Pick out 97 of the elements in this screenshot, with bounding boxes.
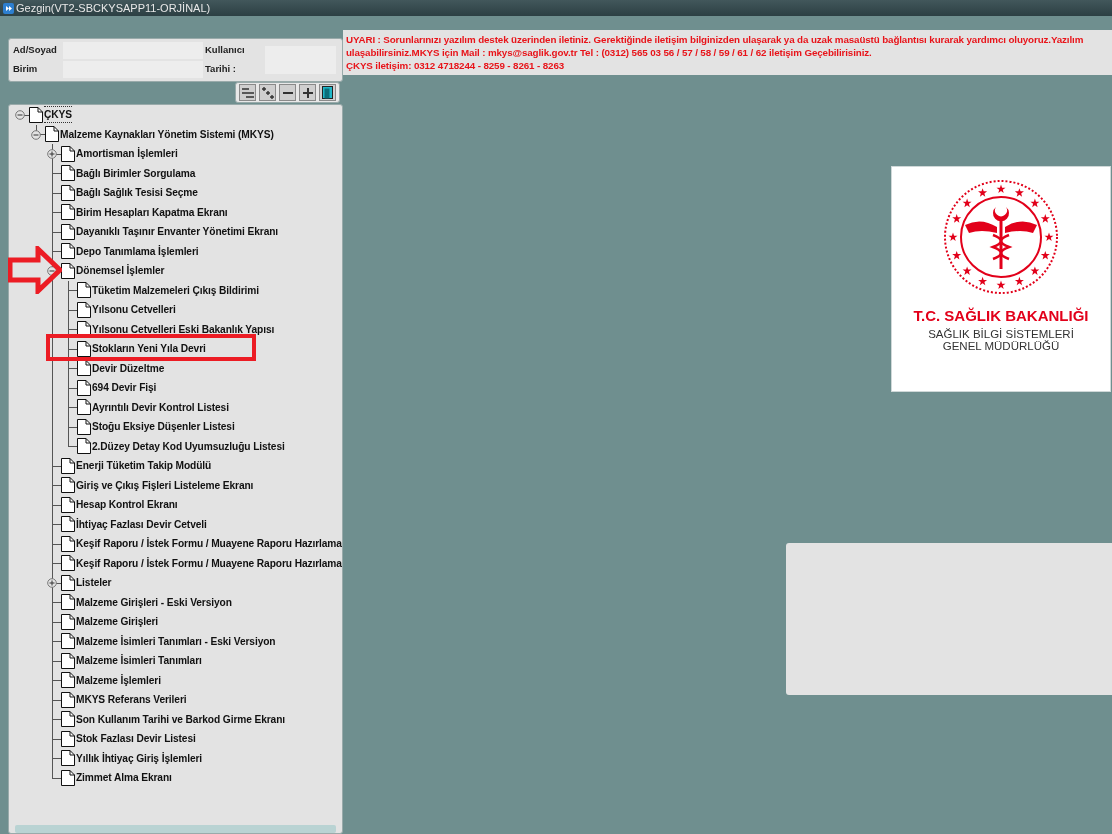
logo-title: T.C. SAĞLIK BAKANLIĞI: [913, 306, 1089, 326]
tree-item[interactable]: Bağlı Sağlık Tesisi Seçme: [76, 185, 198, 201]
warning-text: ulaşabilirsiniz.MKYS için Mail : mkys@saglik.gov.tr Tel : (0312) 565 03 56 / 57 / 58 / 59 / 61 / 62 iletişim Geçebilirisiniz.: [346, 46, 873, 59]
page-icon: [61, 457, 75, 474]
tree-item[interactable]: Zimmet Alma Ekranı: [76, 770, 172, 786]
page-icon: [61, 243, 75, 260]
tree-item[interactable]: Stoğu Eksiye Düşenler Listesi: [92, 419, 235, 435]
page-icon: [61, 652, 75, 669]
field-label: Tarihi :: [205, 62, 237, 77]
tree-item[interactable]: Hesap Kontrol Ekranı: [76, 497, 178, 513]
tree-item[interactable]: Ayrıntılı Devir Kontrol Listesi: [92, 399, 229, 415]
horizontal-scrollbar[interactable]: [15, 825, 336, 833]
minus-icon: [282, 91, 293, 94]
tree-item[interactable]: Bağlı Birimler Sorgulama: [76, 165, 196, 181]
tree-item[interactable]: Dönemsel İşlemler: [76, 263, 165, 279]
page-icon: [77, 282, 91, 299]
page-icon: [61, 730, 75, 747]
tree-item[interactable]: Stokların Yeni Yıla Devri: [92, 341, 206, 357]
window-title: Gezgin(VT2-SBCKYSAPP11-ORJİNAL): [16, 1, 211, 16]
page-icon: [61, 204, 75, 221]
expand-toggle-icon[interactable]: [47, 578, 57, 588]
tree-item[interactable]: Son Kullanım Tarihi ve Barkod Girme Ekranı: [76, 711, 286, 727]
tree-item[interactable]: Malzeme Girişleri - Eski Versiyon: [76, 594, 232, 610]
tree-item[interactable]: ÇKYS: [44, 106, 72, 124]
page-icon: [45, 126, 59, 143]
tree-item[interactable]: Amortisman İşlemleri: [76, 146, 178, 162]
page-icon: [61, 633, 75, 650]
logo-subtitle: GENEL MÜDÜRLÜĞÜ: [942, 339, 1060, 352]
page-icon: [61, 711, 75, 728]
page-icon: [61, 516, 75, 533]
page-icon: [61, 496, 75, 513]
page-icon: [61, 477, 75, 494]
page-icon: [61, 184, 75, 201]
tree-item[interactable]: Malzeme İsimleri Tanımları - Eski Versiyon: [76, 633, 276, 649]
page-icon: [77, 399, 91, 416]
tree-item[interactable]: Listeler: [76, 575, 112, 591]
page-icon: [61, 769, 75, 786]
page-icon: [61, 535, 75, 552]
app-icon: [3, 2, 14, 14]
field-label: Birim: [13, 62, 39, 77]
collapse-toggle-icon[interactable]: [47, 266, 57, 276]
door-icon: [322, 86, 333, 99]
page-icon: [29, 106, 43, 123]
tree-item[interactable]: Tüketim Malzemeleri Çıkış Bildirimi: [92, 282, 259, 298]
tree-item[interactable]: Stok Fazlası Devir Listesi: [76, 731, 196, 747]
warning-text: UYARI : Sorunlarınızı yazılım destek üzerinden iletiniz. Gerektiğinde iletişim bilginizden ulaşarak ya da uzak masaüstü bağlantısı kurarak yardımcı oluyoruz.Yazılım: [346, 33, 1085, 46]
tree-item[interactable]: Birim Hesapları Kapatma Ekranı: [76, 204, 228, 220]
field-label: Ad/Soyad: [13, 43, 58, 58]
tree-item[interactable]: Yılsonu Cetvelleri: [92, 302, 176, 318]
page-icon: [61, 165, 75, 182]
page-icon: [61, 574, 75, 591]
tree-item[interactable]: 694 Devir Fişi: [92, 380, 157, 396]
tree-item[interactable]: Dayanıklı Taşınır Envanter Yönetimi Ekranı: [76, 224, 279, 240]
warning-text: ÇKYS iletişim: 0312 4718244 - 8259 - 8261 - 8263: [346, 59, 566, 72]
tree-item[interactable]: Depo Tanımlama İşlemleri: [76, 243, 199, 259]
toolbar-button[interactable]: [299, 84, 316, 101]
tree-item[interactable]: Malzeme İsimleri Tanımları: [76, 653, 202, 669]
page-icon: [77, 438, 91, 455]
page-icon: [77, 340, 91, 357]
collapse-toggle-icon[interactable]: [15, 110, 25, 120]
toolbar-button[interactable]: [279, 84, 296, 101]
page-icon: [61, 223, 75, 240]
arrow-annotation: [8, 246, 62, 294]
tree-item[interactable]: Malzeme İşlemleri: [76, 672, 161, 688]
page-icon: [77, 301, 91, 318]
collapse-toggle-icon[interactable]: [31, 129, 41, 140]
page-icon: [61, 145, 75, 162]
tree-item[interactable]: Yıllık İhtiyaç Giriş İşlemleri: [76, 750, 203, 766]
page-icon: [61, 672, 75, 689]
expand-toggle-icon[interactable]: [47, 149, 57, 159]
page-icon: [61, 691, 75, 708]
toolbar-button[interactable]: [259, 84, 276, 101]
tree-item[interactable]: Malzeme Girişleri: [76, 614, 159, 630]
tree-item[interactable]: 2.Düzey Detay Kod Uyumsuzluğu Listesi: [92, 438, 285, 454]
tree-item[interactable]: MKYS Referans Verileri: [76, 692, 187, 708]
tree-item[interactable]: Malzeme Kaynakları Yönetim Sistemi (MKYS): [60, 126, 274, 142]
tree-item[interactable]: İhtiyaç Fazlası Devir Cetveli: [76, 516, 207, 532]
field-label: Kullanıcı: [205, 43, 246, 58]
tree-item[interactable]: Enerji Tüketim Takip Modülü: [76, 458, 212, 474]
tree-item[interactable]: Devir Düzeltme: [92, 360, 165, 376]
page-icon: [61, 594, 75, 611]
cluster-icon: [261, 86, 274, 99]
page-icon: [77, 379, 91, 396]
page-icon: [61, 750, 75, 767]
toolbar-button[interactable]: [319, 84, 336, 101]
tree-item[interactable]: Giriş ve Çıkış Fişleri Listeleme Ekranı: [76, 477, 254, 493]
page-icon: [61, 262, 75, 279]
page-icon: [77, 418, 91, 435]
tree-item[interactable]: Keşif Raporu / İstek Formu / Muayene Raporu Hazırlama: [76, 536, 342, 552]
toolbar-button[interactable]: [239, 84, 256, 101]
tree-item[interactable]: Keşif Raporu / İstek Formu / Muayene Raporu Hazırlama: [76, 555, 342, 571]
logo-subtitle: SAĞLIK BİLGİ SİSTEMLERİ: [928, 327, 1074, 340]
plus-icon: [302, 87, 313, 98]
page-icon: [61, 613, 75, 630]
lines-icon: [241, 86, 254, 99]
page-icon: [61, 555, 75, 572]
tree-item[interactable]: Yılsonu Cetvelleri Eski Bakanlık Yapısı: [92, 321, 275, 337]
